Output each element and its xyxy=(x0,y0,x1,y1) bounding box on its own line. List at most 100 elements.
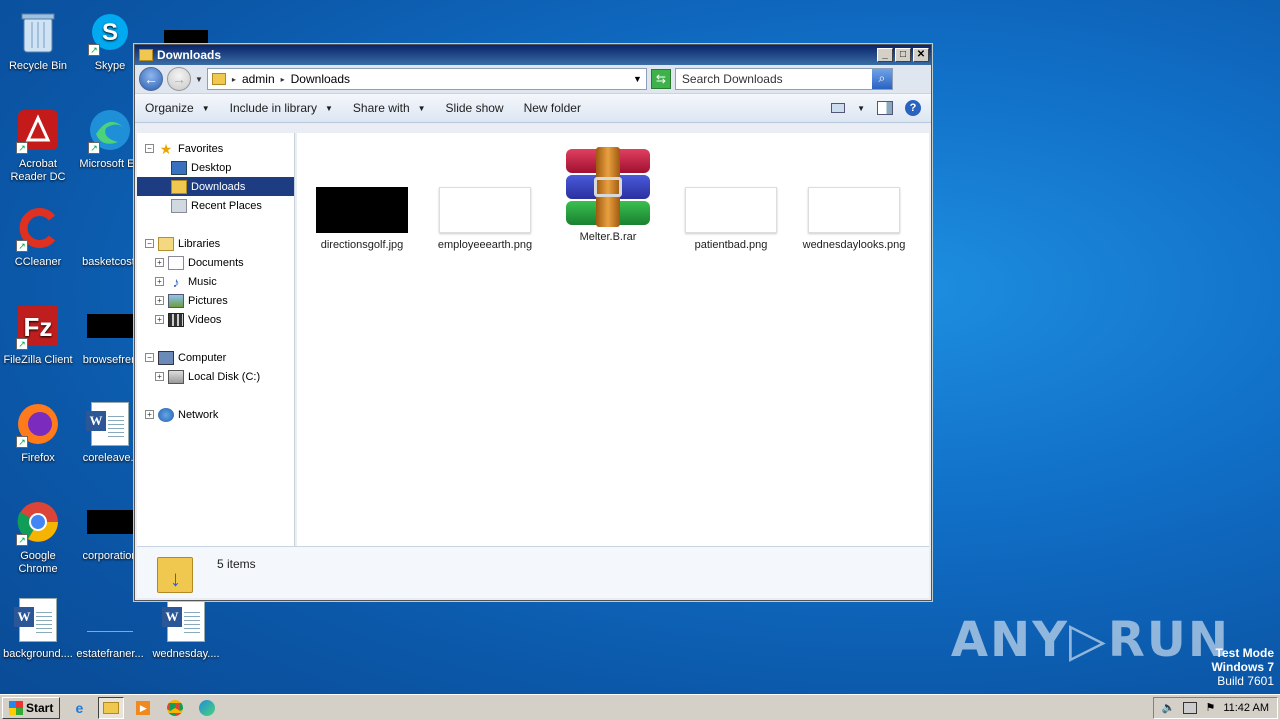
forward-button[interactable]: → xyxy=(167,67,191,91)
expand-icon[interactable]: + xyxy=(155,277,164,286)
nav-recent-places[interactable]: Recent Places xyxy=(137,196,294,215)
collapse-icon[interactable]: − xyxy=(145,353,154,362)
newfolder-label: New folder xyxy=(523,101,581,115)
clock[interactable]: 11:42 AM xyxy=(1223,702,1269,714)
nav-desktop[interactable]: Desktop xyxy=(137,158,294,177)
file-item[interactable]: employeeearth.png xyxy=(430,187,540,252)
new-folder-button[interactable]: New folder xyxy=(524,101,581,115)
collapse-icon[interactable]: − xyxy=(145,144,154,153)
network-status-icon[interactable] xyxy=(1183,701,1198,714)
network-icon xyxy=(158,407,174,422)
address-dropdown-icon[interactable]: ▼ xyxy=(633,74,642,84)
expand-icon[interactable]: + xyxy=(155,258,164,267)
desktop-icon-firefox[interactable]: ↗ Firefox xyxy=(0,400,76,465)
back-button[interactable]: ← xyxy=(139,67,163,91)
file-name: wednesdaylooks.png xyxy=(802,239,906,251)
system-tray: 🔈 ⚑ 11:42 AM xyxy=(1152,696,1278,719)
desktop-icon-label: wednesday.... xyxy=(152,648,220,660)
title-bar[interactable]: Downloads _ □ ✕ xyxy=(135,45,931,65)
desktop-icon-wednesday[interactable]: W wednesday.... xyxy=(148,596,224,661)
desktop-icon-background[interactable]: W background.... xyxy=(0,596,76,661)
search-icon[interactable]: ⌕ xyxy=(871,69,892,89)
taskbar-explorer[interactable] xyxy=(98,696,125,719)
winrar-archive-icon xyxy=(562,147,654,227)
slide-show-button[interactable]: Slide show xyxy=(446,101,504,115)
include-in-library-button[interactable]: Include in library ▼ xyxy=(230,101,333,115)
desktop-icon-filezilla[interactable]: Fz ↗ FileZilla Client xyxy=(0,302,76,367)
nav-network[interactable]: + Network xyxy=(137,405,294,424)
file-item[interactable]: Melter.B.rar xyxy=(553,147,663,244)
nav-label: Local Disk (C:) xyxy=(188,370,261,383)
organize-button[interactable]: Organize ▼ xyxy=(145,101,210,115)
windows-logo-icon xyxy=(9,700,23,715)
action-center-flag-icon[interactable]: ⚑ xyxy=(1205,701,1215,714)
desktop-icon-label: Recycle Bin xyxy=(8,60,68,72)
libraries-icon xyxy=(158,236,174,251)
desktop-icon-chrome[interactable]: ↗ Google Chrome xyxy=(0,498,76,576)
chevron-down-icon: ▼ xyxy=(201,103,210,113)
taskbar-ie[interactable]: e xyxy=(66,697,92,719)
start-button[interactable]: Start xyxy=(2,696,61,719)
nav-pictures[interactable]: + Pictures xyxy=(137,291,294,310)
desktop-icon-recycle-bin[interactable]: Recycle Bin xyxy=(0,8,76,73)
close-button[interactable]: ✕ xyxy=(913,48,929,62)
minimize-button[interactable]: _ xyxy=(877,48,893,62)
image-thumbnail xyxy=(439,187,531,233)
media-player-icon: ▶ xyxy=(136,700,151,715)
acrobat-icon: ↗ xyxy=(14,106,62,154)
music-icon: ♪ xyxy=(172,273,180,290)
navigation-pane: − ★ Favorites Desktop Downloads Recent Pla… xyxy=(137,133,295,547)
chrome-icon: ↗ xyxy=(14,498,62,546)
expand-icon[interactable]: + xyxy=(155,372,164,381)
desktop-icon-label: estatefraner... xyxy=(76,648,144,660)
desktop-icon-acrobat[interactable]: ↗ Acrobat Reader DC xyxy=(0,106,76,184)
expand-icon[interactable]: + xyxy=(155,296,164,305)
taskbar-edge[interactable] xyxy=(194,697,220,719)
nav-downloads[interactable]: Downloads xyxy=(137,177,294,196)
explorer-window: Downloads _ □ ✕ ← → ▼ ▸ admin ▸ Download… xyxy=(134,44,932,601)
internet-explorer-icon: e xyxy=(75,699,84,716)
breadcrumb-separator-icon[interactable]: ▸ xyxy=(281,75,285,84)
collapse-icon[interactable]: − xyxy=(145,239,154,248)
taskbar-chrome[interactable] xyxy=(162,697,188,719)
test-mode-line: Test Mode xyxy=(1215,646,1274,660)
maximize-button[interactable]: □ xyxy=(895,48,911,62)
desktop-icon-label: background.... xyxy=(3,648,73,660)
nav-documents[interactable]: + Documents xyxy=(137,253,294,272)
view-dropdown-icon[interactable]: ▼ xyxy=(857,104,865,113)
search-input[interactable]: Search Downloads ⌕ xyxy=(674,68,893,90)
breadcrumb-separator-icon[interactable]: ▸ xyxy=(232,75,236,84)
desktop-icon-estatefraner[interactable]: estatefraner... xyxy=(72,596,148,661)
breadcrumb-admin[interactable]: admin xyxy=(242,72,275,86)
file-item[interactable]: patientbad.png xyxy=(676,187,786,252)
share-with-button[interactable]: Share with ▼ xyxy=(353,101,426,115)
preview-pane-icon[interactable] xyxy=(877,101,893,115)
recent-pages-dropdown-icon[interactable]: ▼ xyxy=(195,75,203,84)
expand-icon[interactable]: + xyxy=(155,315,164,324)
window-title: Downloads xyxy=(157,48,222,62)
address-bar[interactable]: ▸ admin ▸ Downloads ▼ xyxy=(206,68,647,90)
nav-libraries[interactable]: − Libraries xyxy=(137,234,294,253)
nav-label: Favorites xyxy=(178,142,224,155)
file-item[interactable]: wednesdaylooks.png xyxy=(799,187,909,252)
nav-favorites[interactable]: − ★ Favorites xyxy=(137,139,294,158)
help-icon[interactable]: ? xyxy=(905,100,921,116)
nav-computer[interactable]: − Computer xyxy=(137,348,294,367)
desktop-icon-label: Skype xyxy=(94,60,126,72)
expand-icon[interactable]: + xyxy=(145,410,154,419)
nav-videos[interactable]: + Videos xyxy=(137,310,294,329)
change-view-icon[interactable] xyxy=(831,103,846,113)
breadcrumb-downloads[interactable]: Downloads xyxy=(291,72,350,86)
desktop-icon-label: Acrobat Reader DC xyxy=(10,158,66,183)
nav-label: Documents xyxy=(188,256,244,269)
volume-icon[interactable]: 🔈 xyxy=(1162,701,1176,714)
desktop-icon-ccleaner[interactable]: ↗ CCleaner xyxy=(0,204,76,269)
taskbar-media-player[interactable]: ▶ xyxy=(130,697,156,719)
computer-icon xyxy=(158,350,174,365)
nav-local-disk[interactable]: + Local Disk (C:) xyxy=(137,367,294,386)
ccleaner-icon: ↗ xyxy=(14,204,62,252)
nav-music[interactable]: + ♪ Music xyxy=(137,272,294,291)
file-item[interactable]: directionsgolf.jpg xyxy=(307,187,417,252)
refresh-button[interactable]: ⇆ xyxy=(650,69,671,89)
share-label: Share with xyxy=(352,101,410,115)
